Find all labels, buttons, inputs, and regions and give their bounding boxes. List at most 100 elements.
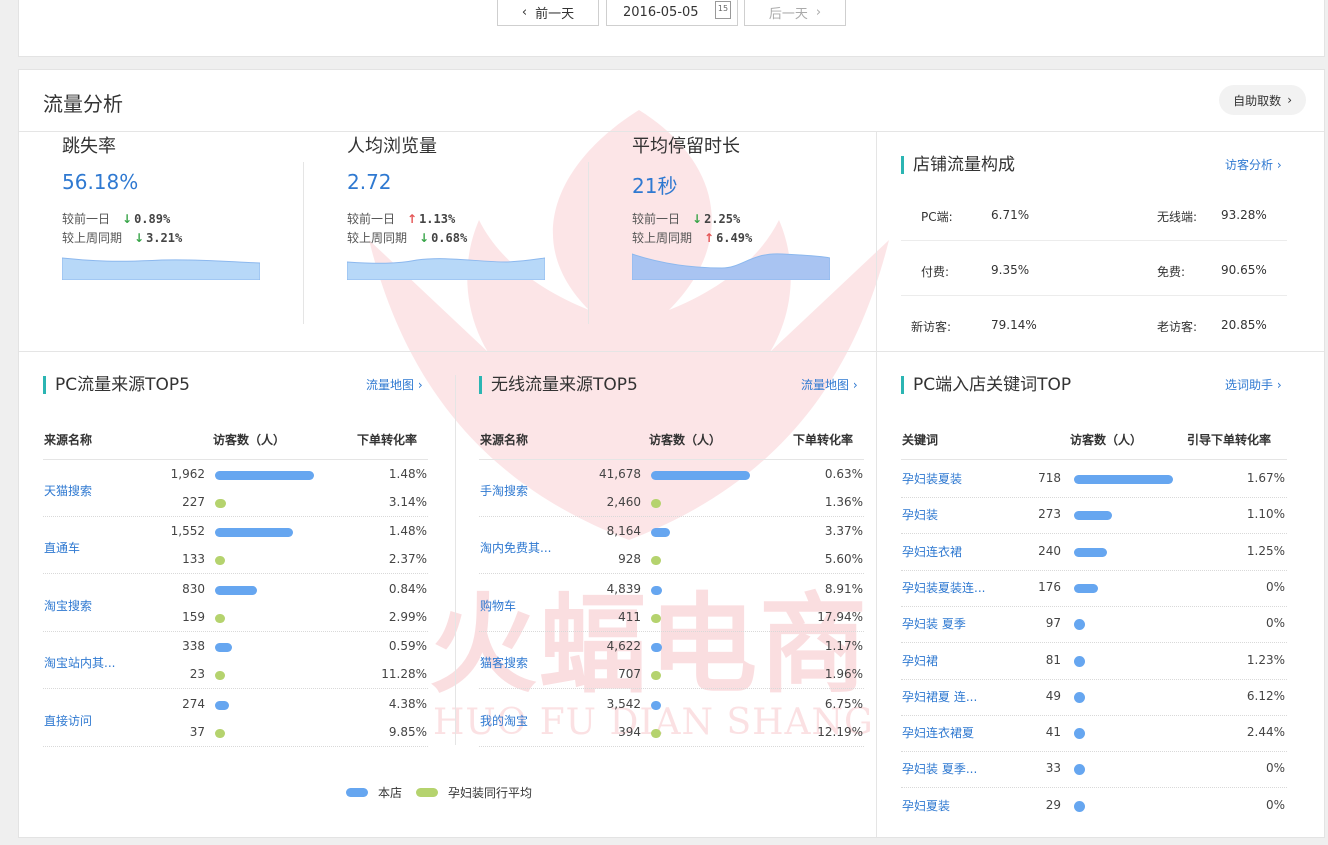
keyword-link[interactable]: 孕妇连衣裙夏: [902, 724, 974, 741]
metric-value: 2.72: [347, 170, 392, 194]
sparkline-area: [632, 253, 830, 280]
date-picker[interactable]: 2016-05-05 15: [606, 0, 738, 26]
peer-visitor-count: 227: [182, 495, 205, 509]
source-name-link[interactable]: 淘宝站内其...: [44, 654, 115, 671]
composition-title: 店铺流量构成: [901, 156, 1015, 174]
next-day-label: 后一天: [768, 6, 808, 22]
chevron-right-icon: ›: [1276, 378, 1282, 392]
peer-conversion-rate: 2.37%: [388, 552, 427, 567]
traffic-map-label: 流量地图: [366, 378, 415, 392]
keyword-visitor-bar: [1074, 583, 1098, 593]
divider: [455, 375, 456, 745]
source-name-link[interactable]: 购物车: [480, 597, 516, 614]
conversion-rate: 1.48%: [388, 524, 427, 539]
metric-sparkline: [347, 257, 545, 280]
keyword-visitor-bar: [1074, 800, 1085, 812]
arrow-up-icon: ↑: [704, 231, 715, 245]
visitor-count: 4,622: [606, 639, 641, 654]
own-visitor-bar: [651, 471, 750, 480]
keyword-conversion: 2.44%: [1246, 725, 1285, 740]
keyword-visitors: 49: [1045, 688, 1061, 703]
visitor-count: 338: [182, 639, 205, 654]
source-name-link[interactable]: 手淘搜索: [480, 482, 528, 499]
header-divider: [479, 459, 864, 460]
keyword-link[interactable]: 孕妇裙: [902, 652, 938, 669]
keyword-link[interactable]: 孕妇装 夏季...: [902, 760, 977, 777]
source-name-link[interactable]: 直接访问: [44, 712, 92, 729]
visitor-count: 8,164: [606, 524, 641, 539]
arrow-down-icon: ↓: [134, 231, 145, 245]
legend: 本店 孕妇装同行平均: [346, 784, 532, 801]
keyword-conversion: 6.12%: [1246, 688, 1285, 703]
keyword-visitors: 29: [1045, 797, 1061, 812]
col-header-source: 来源名称: [480, 433, 529, 447]
pc-traffic-map-link[interactable]: 流量地图 ›: [366, 376, 423, 393]
conversion-rate: 4.38%: [388, 696, 427, 711]
compare-week-value: 0.68%: [431, 231, 468, 245]
visitor-count: 3,542: [606, 696, 641, 711]
visitor-count: 41,678: [599, 467, 641, 481]
keyword-visitors: 273: [1038, 507, 1061, 522]
sparkline-area: [62, 257, 260, 280]
legend-own-label: 本店: [378, 786, 403, 800]
source-name-link[interactable]: 我的淘宝: [480, 712, 528, 729]
col-header-visitors: 访客数（人）: [213, 433, 286, 447]
next-day-button[interactable]: 后一天 ›: [744, 0, 846, 26]
peer-visitor-bar: [651, 556, 661, 566]
source-name-link[interactable]: 直通车: [44, 539, 80, 556]
peer-conversion-rate: 2.99%: [388, 609, 427, 624]
peer-visitor-count: 707: [618, 667, 641, 682]
source-name-link[interactable]: 淘宝搜索: [44, 597, 92, 614]
keyword-link[interactable]: 孕妇装夏装连...: [902, 579, 985, 596]
col-header-source: 来源名称: [44, 433, 93, 447]
source-name-link[interactable]: 猫客搜索: [480, 654, 528, 671]
keyword-link[interactable]: 孕妇装: [902, 506, 938, 523]
self-fetch-button[interactable]: 自助取数 ›: [1219, 85, 1306, 115]
chevron-right-icon: ›: [417, 378, 423, 392]
metric-value: 21秒: [632, 174, 678, 198]
compare-day-label: 较前一日: [347, 212, 396, 226]
own-visitor-bar: [215, 643, 232, 653]
traffic-analysis-panel: 火蝠电商 HUO FU DIAN SHANG 流量分析 自助取数 › 跳失率 56…: [18, 69, 1325, 838]
keyword-link[interactable]: 孕妇装夏装: [902, 470, 962, 487]
compare-week: 较上周同期 ↓ 3.21%: [62, 229, 182, 246]
col-header-visitors: 访客数（人）: [1070, 433, 1143, 447]
metric-name: 跳失率: [62, 136, 116, 157]
chevron-right-icon: ›: [1276, 158, 1282, 172]
prev-day-button[interactable]: ‹ 前一天: [497, 0, 599, 26]
peer-conversion-rate: 11.28%: [381, 667, 427, 682]
composition-value: 93.28%: [1221, 208, 1267, 222]
keyword-link[interactable]: 孕妇裙夏 连...: [902, 688, 977, 705]
mobile-traffic-map-link[interactable]: 流量地图 ›: [801, 376, 858, 393]
keyword-visitors: 81: [1045, 652, 1061, 667]
keyword-link[interactable]: 孕妇夏装: [902, 797, 950, 814]
conversion-rate: 8.91%: [824, 581, 863, 596]
composition-label: 付费:: [921, 265, 950, 279]
keyword-visitor-bar: [1074, 655, 1085, 667]
source-name-link[interactable]: 淘内免费其...: [480, 539, 551, 556]
peer-visitor-count: 411: [618, 609, 641, 624]
visitor-count: 274: [182, 696, 205, 711]
visitor-analysis-link[interactable]: 访客分析 ›: [1225, 156, 1282, 173]
row-separator: [43, 516, 428, 517]
metric-card: 平均停留时长 21秒 较前一日 ↓ 2.25% 较上周同期 ↑ 6.49%: [632, 100, 892, 300]
peer-visitor-count: 159: [182, 609, 205, 624]
chevron-left-icon: ‹: [521, 4, 528, 20]
compare-week-label: 较上周同期: [347, 231, 408, 245]
keyword-conversion: 0%: [1265, 797, 1285, 812]
keyword-visitors: 176: [1038, 579, 1061, 594]
keyword-visitor-bar: [1074, 511, 1112, 521]
keyword-visitor-bar: [1074, 691, 1085, 703]
self-fetch-label: 自助取数: [1233, 93, 1282, 108]
keyword-link[interactable]: 孕妇装 夏季: [902, 615, 966, 632]
keyword-helper-label: 选词助手: [1225, 378, 1274, 392]
col-header-keyword: 关键词: [902, 433, 939, 447]
own-visitor-bar: [651, 585, 662, 595]
keyword-link[interactable]: 孕妇连衣裙: [902, 543, 962, 560]
source-name-link[interactable]: 天猫搜索: [44, 482, 92, 499]
composition-value: 9.35%: [991, 263, 1030, 277]
keyword-helper-link[interactable]: 选词助手 ›: [1225, 376, 1282, 393]
compare-day-value: 2.25%: [704, 212, 741, 226]
keyword-conversion: 1.67%: [1246, 471, 1285, 485]
peer-visitor-count: 928: [618, 552, 641, 567]
